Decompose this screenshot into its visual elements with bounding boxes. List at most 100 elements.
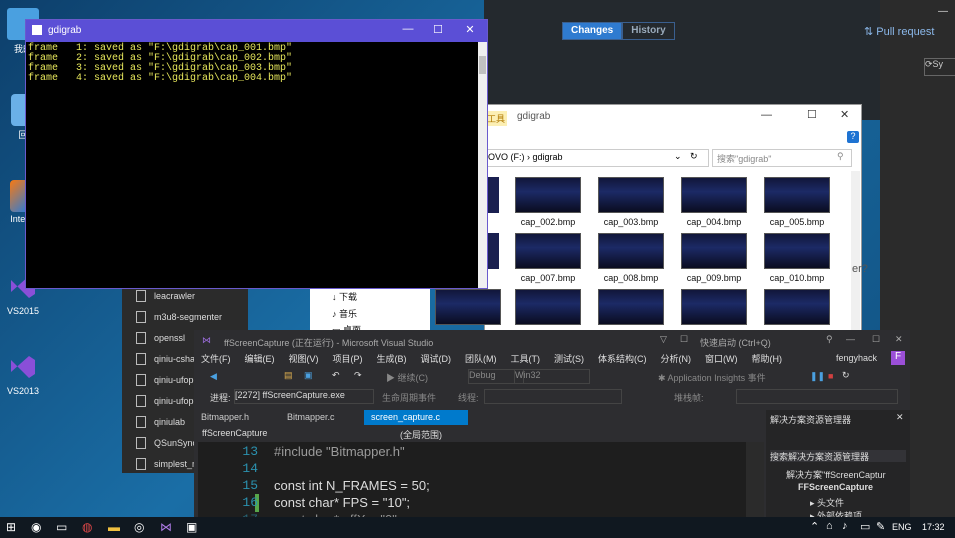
user-name[interactable]: fengyhack <box>836 353 877 363</box>
explorer-maximize-button[interactable]: ☐ <box>807 108 817 121</box>
console-maximize-button[interactable]: ☐ <box>430 23 446 37</box>
list-item[interactable]: m3u8-segmenter <box>122 306 248 327</box>
explorer-minimize-button[interactable]: — <box>761 109 772 121</box>
sync-button[interactable]: ⟳Sy <box>924 58 955 76</box>
menu-window[interactable]: 窗口(W) <box>698 350 745 367</box>
global-scope-select[interactable]: (全局范围) <box>400 428 570 441</box>
file-item[interactable] <box>513 289 583 329</box>
vs2013-shortcut[interactable]: VS2013 <box>2 352 44 396</box>
visual-studio-icon[interactable]: ⋈ <box>160 520 176 535</box>
file-item[interactable] <box>596 289 666 329</box>
cortana-icon[interactable]: ◉ <box>31 520 47 535</box>
start-icon[interactable]: ⊞ <box>6 520 22 535</box>
vs-minimize-button[interactable]: — <box>846 334 855 344</box>
tab-history[interactable]: History <box>622 22 675 40</box>
file-item[interactable]: cap_010.bmp <box>762 233 832 283</box>
console-titlebar[interactable]: gdigrab — ☐ ✕ <box>26 20 487 42</box>
vs-close-button[interactable]: ✕ <box>895 334 903 345</box>
continue-button[interactable]: ▶ 继续(C) <box>386 371 428 384</box>
menu-test[interactable]: 测试(S) <box>547 350 591 367</box>
platform-select[interactable]: Win32 <box>514 369 590 384</box>
ime-icon[interactable]: ✎ <box>876 520 892 535</box>
pull-request-button[interactable]: ⇅ Pull request <box>864 25 934 38</box>
project-node[interactable]: FFScreenCapture <box>798 482 873 492</box>
tab-changes[interactable]: Changes <box>562 22 623 40</box>
clock[interactable]: 17:32 <box>922 522 945 532</box>
pause-icon[interactable]: ❚❚ <box>810 371 825 382</box>
process-select[interactable]: [2272] ffScreenCapture.exe <box>234 389 374 404</box>
stack-frame-select[interactable] <box>736 389 898 404</box>
menu-view[interactable]: 视图(V) <box>282 350 326 367</box>
code-editor[interactable]: 13 #include "Bitmapper.h" 14 15 const in… <box>198 442 764 527</box>
restart-icon[interactable]: ↻ <box>842 370 850 381</box>
tab-screen-capture-c[interactable]: screen_capture.c <box>364 410 468 425</box>
chrome-icon[interactable]: ◍ <box>82 520 98 535</box>
filter-icon[interactable]: ▽ <box>660 334 667 345</box>
console-scrollbar[interactable] <box>478 42 487 288</box>
help-icon[interactable]: ? <box>847 131 859 143</box>
avatar[interactable]: F <box>891 351 905 365</box>
scroll-thumb[interactable] <box>479 56 486 74</box>
feedback-icon[interactable]: ☐ <box>680 334 688 345</box>
vs-maximize-button[interactable]: ☐ <box>872 334 880 345</box>
tab-bitmapper-h[interactable]: Bitmapper.h <box>194 410 280 425</box>
scope-select[interactable]: ffScreenCapture <box>202 428 384 438</box>
console-close-button[interactable]: ✕ <box>462 23 478 37</box>
console-minimize-button[interactable]: — <box>400 23 416 37</box>
address-bar[interactable]: OVO (F:) › gdigrab ⌄ ↻ <box>485 149 709 167</box>
menu-project[interactable]: 项目(P) <box>326 350 370 367</box>
menu-analyze[interactable]: 分析(N) <box>654 350 699 367</box>
battery-icon[interactable]: ▭ <box>860 520 876 535</box>
solution-search-input[interactable]: 搜索解决方案资源管理器 <box>770 450 906 462</box>
lifecycle-events-button[interactable]: 生命周期事件 <box>382 391 436 404</box>
menu-file[interactable]: 文件(F) <box>194 350 238 367</box>
insights-button[interactable]: ✱ Application Insights 事件 <box>658 371 766 384</box>
ribbon-tools-tab[interactable]: 工具 <box>485 111 508 126</box>
solution-root[interactable]: 解决方案"ffScreenCaptur <box>786 468 886 481</box>
file-item[interactable]: cap_004.bmp <box>679 177 749 227</box>
github-minimize-button[interactable]: — <box>938 6 948 17</box>
file-item[interactable] <box>762 289 832 329</box>
open-folder-icon[interactable]: ▤ <box>284 370 293 381</box>
menu-team[interactable]: 团队(M) <box>458 350 504 367</box>
file-item[interactable]: cap_002.bmp <box>513 177 583 227</box>
task-view-icon[interactable]: ▭ <box>56 520 72 535</box>
file-item[interactable]: cap_008.bmp <box>596 233 666 283</box>
menu-debug[interactable]: 调试(D) <box>414 350 459 367</box>
refresh-icon[interactable]: ↻ <box>690 151 698 162</box>
tree-item-headers[interactable]: ▸ 头文件 <box>810 496 844 509</box>
redo-icon[interactable]: ↷ <box>354 370 362 381</box>
thread-select[interactable] <box>484 389 622 404</box>
close-icon[interactable]: ✕ <box>896 412 904 423</box>
save-icon[interactable]: ▣ <box>304 370 313 381</box>
file-explorer-icon[interactable]: ▬ <box>108 520 124 535</box>
console-taskbar-icon[interactable]: ▣ <box>186 520 202 535</box>
quick-launch-input[interactable]: 快速启动 (Ctrl+Q) <box>700 336 830 348</box>
file-item[interactable]: cap_005.bmp <box>762 177 832 227</box>
file-item[interactable] <box>433 289 503 329</box>
search-input[interactable]: 搜索"gdigrab" ⚲ <box>712 149 852 167</box>
file-item[interactable]: cap_009.bmp <box>679 233 749 283</box>
file-item[interactable]: cap_003.bmp <box>596 177 666 227</box>
explorer-close-button[interactable]: ✕ <box>840 108 849 121</box>
file-item[interactable]: cap_007.bmp <box>513 233 583 283</box>
menu-build[interactable]: 生成(B) <box>370 350 414 367</box>
back-icon[interactable]: ◀ <box>210 371 217 382</box>
nav-item-downloads[interactable]: ↓ 下载 <box>332 290 357 303</box>
volume-icon[interactable]: ♪ <box>842 520 858 535</box>
file-item[interactable] <box>679 289 749 329</box>
undo-icon[interactable]: ↶ <box>332 370 340 381</box>
nav-item-music[interactable]: ♪ 音乐 <box>332 307 357 320</box>
menu-edit[interactable]: 编辑(E) <box>238 350 282 367</box>
editor-scrollbar[interactable] <box>746 442 764 518</box>
language-indicator[interactable]: ENG <box>892 522 912 532</box>
chevron-down-icon[interactable]: ⌄ <box>674 151 682 162</box>
obs-icon[interactable]: ◎ <box>134 520 150 535</box>
stop-icon[interactable]: ■ <box>828 371 833 381</box>
menu-help[interactable]: 帮助(H) <box>745 350 790 367</box>
menu-architecture[interactable]: 体系结构(C) <box>591 350 654 367</box>
tab-bitmapper-c[interactable]: Bitmapper.c <box>280 410 364 425</box>
menu-tools[interactable]: 工具(T) <box>504 350 548 367</box>
network-icon[interactable]: ⌂ <box>826 520 842 535</box>
tray-up-icon[interactable]: ⌃ <box>810 520 826 535</box>
